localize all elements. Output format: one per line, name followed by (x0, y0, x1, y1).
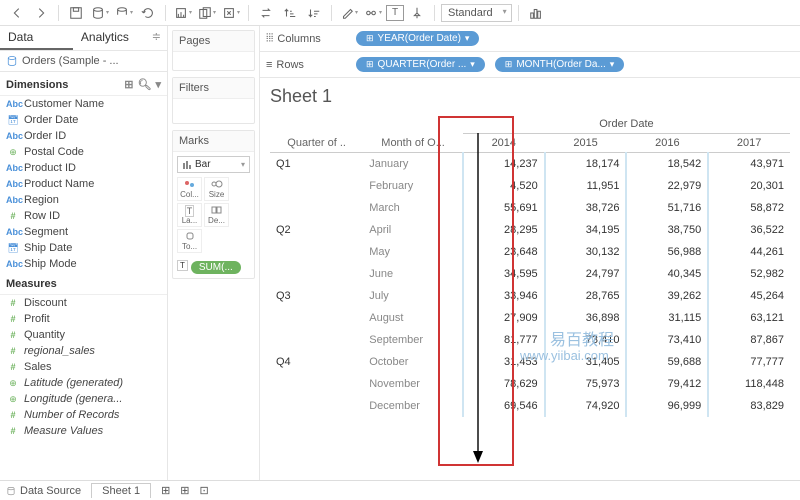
data-pane: Data Analytics ≑ Orders (Sample - ... Di… (0, 26, 168, 480)
field-regional-sales[interactable]: #regional_sales (0, 343, 167, 359)
forward-button[interactable] (30, 3, 52, 23)
group-button[interactable]: ▾ (362, 3, 384, 23)
crosstab[interactable]: Order DateQuarter of ..Month of O...2014… (270, 115, 790, 417)
rows-icon: ≡ (266, 59, 272, 71)
menu-icon[interactable]: ▾ (155, 78, 161, 91)
table-row[interactable]: March55,69138,72651,71658,872 (270, 197, 790, 219)
refresh-button[interactable] (137, 3, 159, 23)
new-sheet-button[interactable]: ⊞ (161, 484, 170, 497)
field-profit[interactable]: #Profit (0, 311, 167, 327)
field-postal-code[interactable]: ⊕Postal Code (0, 144, 167, 160)
toolbar: ▾ ▾ ▾ ▾ ▾ ▾ ▾ T Standard▾ (0, 0, 800, 26)
marks-pill-sum[interactable]: SUM(... (191, 261, 241, 274)
table-row[interactable]: Q1January14,23718,17418,54243,971 (270, 153, 790, 176)
new-dashboard-button[interactable]: ⊞ (180, 484, 189, 497)
viz-pane: ⦙⦙⦙ Columns ⊞YEAR(Order Date)▾ ≡ Rows ⊞Q… (260, 26, 800, 480)
field-quantity[interactable]: #Quantity (0, 327, 167, 343)
filters-card[interactable]: Filters (172, 77, 255, 124)
mark-type-select[interactable]: Bar ▾ (177, 156, 250, 173)
pin-button[interactable] (406, 3, 428, 23)
field-product-name[interactable]: AbcProduct Name (0, 176, 167, 192)
fit-select[interactable]: Standard▾ (441, 4, 512, 22)
highlight-button[interactable]: ▾ (338, 3, 360, 23)
label-button[interactable]: T (386, 5, 404, 21)
mark-card-de[interactable]: De... (204, 203, 229, 227)
pages-card[interactable]: Pages (172, 30, 255, 71)
table-row[interactable]: February4,52011,95122,97920,301 (270, 175, 790, 197)
rows-pill-month[interactable]: ⊞MONTH(Order Da...▾ (495, 57, 625, 72)
field-order-date[interactable]: 📅︎Order Date (0, 112, 167, 128)
cards-pane: Pages Filters Marks Bar ▾ Col...SizeTLa.… (168, 26, 260, 480)
field-sales[interactable]: #Sales (0, 359, 167, 375)
marks-card: Marks Bar ▾ Col...SizeTLa...De...To... T… (172, 130, 255, 279)
new-datasource-button[interactable]: ▾ (89, 3, 111, 23)
mark-card-la[interactable]: TLa... (177, 203, 202, 227)
dimensions-list: AbcCustomer Name📅︎Order DateAbcOrder ID⊕… (0, 96, 167, 272)
new-story-button[interactable]: ⊡ (200, 484, 209, 497)
data-tab[interactable]: Data (0, 26, 73, 50)
table-row[interactable]: August27,90936,89831,11563,121 (270, 307, 790, 329)
columns-icon: ⦙⦙⦙ (266, 32, 273, 45)
table-row[interactable]: September81,77773,41073,41087,867 (270, 329, 790, 351)
save-button[interactable] (65, 3, 87, 23)
text-mark-icon: T (177, 260, 188, 271)
new-worksheet-button[interactable]: ▾ (172, 3, 194, 23)
table-row[interactable]: June34,59524,79740,34552,982 (270, 263, 790, 285)
field-region[interactable]: AbcRegion (0, 192, 167, 208)
mark-card-col[interactable]: Col... (177, 177, 202, 201)
sort-asc-button[interactable] (279, 3, 301, 23)
field-row-id[interactable]: #Row ID (0, 208, 167, 224)
field-order-id[interactable]: AbcOrder ID (0, 128, 167, 144)
field-product-id[interactable]: AbcProduct ID (0, 160, 167, 176)
dimensions-header: Dimensions ⊞ 🔍︎ ▾ (0, 72, 167, 96)
field-longitude-genera-[interactable]: ⊕Longitude (genera... (0, 391, 167, 407)
table-row[interactable]: December69,54674,92096,99983,829 (270, 395, 790, 417)
field-number-of-records[interactable]: #Number of Records (0, 407, 167, 423)
measures-header: Measures (0, 272, 167, 295)
field-ship-date[interactable]: 📅︎Ship Date (0, 240, 167, 256)
field-segment[interactable]: AbcSegment (0, 224, 167, 240)
measures-list: #Discount#Profit#Quantity#regional_sales… (0, 295, 167, 439)
swap-button[interactable] (255, 3, 277, 23)
sort-desc-button[interactable] (303, 3, 325, 23)
mark-card-size[interactable]: Size (204, 177, 229, 201)
duplicate-button[interactable]: ▾ (196, 3, 218, 23)
table-row[interactable]: Q4October31,45331,40559,68877,777 (270, 351, 790, 373)
analytics-tab[interactable]: Analytics (73, 26, 146, 50)
show-me-button[interactable] (525, 3, 547, 23)
table-row[interactable]: November78,62975,97379,412118,448 (270, 373, 790, 395)
mark-card-to[interactable]: To... (177, 229, 202, 253)
datasource-item[interactable]: Orders (Sample - ... (0, 51, 167, 72)
table-row[interactable]: May23,64830,13256,98844,261 (270, 241, 790, 263)
sheet1-tab[interactable]: Sheet 1 (91, 483, 151, 498)
clear-button[interactable]: ▾ (220, 3, 242, 23)
pane-menu[interactable]: ≑ (146, 26, 167, 50)
view-grid-icon[interactable]: ⊞ (124, 78, 133, 91)
pause-button[interactable]: ▾ (113, 3, 135, 23)
table-row[interactable]: Q3July33,94628,76539,26245,264 (270, 285, 790, 307)
sheet-title[interactable]: Sheet 1 (270, 86, 790, 107)
sheet-tabs-bar: Data Source Sheet 1 ⊞ ⊞ ⊡ (0, 480, 800, 500)
columns-pill-year[interactable]: ⊞YEAR(Order Date)▾ (356, 31, 479, 46)
rows-shelf[interactable]: ≡ Rows ⊞QUARTER(Order ...▾ ⊞MONTH(Order … (260, 52, 800, 78)
columns-shelf[interactable]: ⦙⦙⦙ Columns ⊞YEAR(Order Date)▾ (260, 26, 800, 52)
table-row[interactable]: Q2April28,29534,19538,75036,522 (270, 219, 790, 241)
datasource-tab[interactable]: Data Source (6, 485, 81, 497)
search-icon[interactable]: 🔍︎ (138, 78, 152, 91)
field-customer-name[interactable]: AbcCustomer Name (0, 96, 167, 112)
field-ship-mode[interactable]: AbcShip Mode (0, 256, 167, 272)
field-measure-values[interactable]: #Measure Values (0, 423, 167, 439)
rows-pill-quarter[interactable]: ⊞QUARTER(Order ...▾ (356, 57, 485, 72)
field-discount[interactable]: #Discount (0, 295, 167, 311)
field-latitude-generated-[interactable]: ⊕Latitude (generated) (0, 375, 167, 391)
back-button[interactable] (6, 3, 28, 23)
